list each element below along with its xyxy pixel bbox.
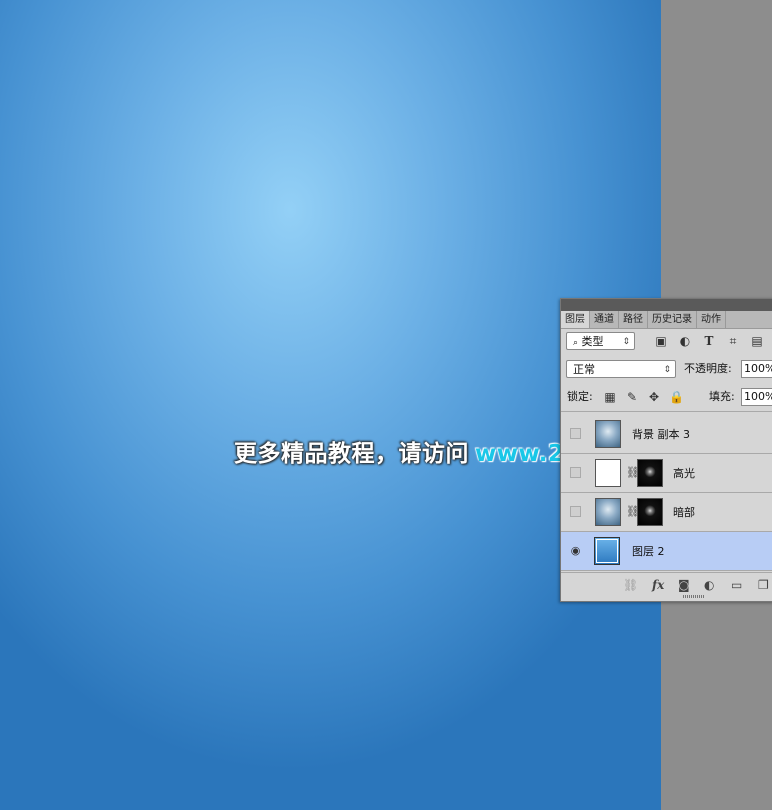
updown-arrow-icon: ⇕ (663, 365, 671, 375)
tab-paths[interactable]: 路径 (619, 311, 648, 328)
panel-title-bar[interactable] (561, 299, 772, 311)
layer-name: 图层 2 (632, 545, 665, 558)
visibility-toggle[interactable] (570, 467, 581, 478)
lock-transparent-pixels-icon[interactable]: ▦ (603, 390, 617, 404)
lock-image-pixels-icon[interactable]: ✎ (625, 390, 639, 404)
tab-layers[interactable]: 图层 (561, 311, 590, 328)
fill-field[interactable]: 100% (741, 388, 772, 406)
type-filter-icon[interactable]: T (702, 334, 716, 348)
lock-label: 锁定: (567, 390, 593, 403)
visibility-toggle[interactable] (570, 428, 581, 439)
layer-row[interactable]: ⛓ 暗部 (561, 493, 772, 532)
image-filter-icon[interactable]: ▣ (654, 334, 668, 348)
adjustment-filter-icon[interactable]: ◐ (678, 334, 692, 348)
opacity-label: 不透明度: (684, 362, 732, 375)
filter-kind-dropdown[interactable]: ⌕ 类型 ⇕ (566, 332, 635, 350)
search-icon: ⌕ (573, 338, 579, 348)
panel-tab-bar: 图层 通道 路径 历史记录 动作 (561, 311, 772, 329)
lock-all-icon[interactable]: 🔒 (669, 390, 684, 404)
panel-bottom-bar: ⛓ fx ◙ ◐ ▭ ❐ (561, 572, 772, 601)
lock-row: 锁定: ▦ ✎ ✥ 🔒 填充: 100% (561, 385, 772, 412)
watermark-text: 更多精品教程，请访问 (234, 441, 469, 467)
eye-icon[interactable]: ◉ (570, 545, 581, 556)
layer-row[interactable]: 背景 副本 3 (561, 415, 772, 454)
resize-grip[interactable] (683, 595, 705, 598)
adjustment-layer-icon[interactable]: ◐ (704, 578, 714, 592)
new-layer-icon[interactable]: ❐ (758, 578, 769, 592)
blend-mode-dropdown[interactable]: 正常 ⇕ (566, 360, 676, 378)
layer-name: 高光 (673, 467, 695, 480)
lock-position-icon[interactable]: ✥ (647, 390, 661, 404)
visibility-toggle[interactable] (570, 506, 581, 517)
folder-icon[interactable]: ▭ (731, 578, 742, 592)
layer-thumbnail (594, 537, 620, 565)
layer-thumbnail (595, 459, 621, 487)
layers-panel: 图层 通道 路径 历史记录 动作 ⌕ 类型 ⇕ ▣ ◐ T ⌗ ▤ 正常 ⇕ 不… (560, 298, 772, 602)
blend-row: 正常 ⇕ 不透明度: 100% (561, 357, 772, 383)
updown-arrow-icon: ⇕ (622, 337, 630, 347)
layer-thumbnail (595, 420, 621, 448)
layer-thumbnail (595, 498, 621, 526)
layer-mask-thumbnail[interactable] (637, 498, 663, 526)
tab-actions[interactable]: 动作 (697, 311, 726, 328)
layer-name: 暗部 (673, 506, 695, 519)
add-mask-icon[interactable]: ◙ (678, 578, 690, 592)
opacity-field[interactable]: 100% (741, 360, 772, 378)
smart-object-filter-icon[interactable]: ▤ (750, 334, 764, 348)
shape-filter-icon[interactable]: ⌗ (726, 334, 740, 348)
layer-row[interactable]: ◉ 图层 2 (561, 532, 772, 571)
link-layers-icon[interactable]: ⛓ (623, 578, 638, 592)
tab-history[interactable]: 历史记录 (648, 311, 697, 328)
layer-name: 背景 副本 3 (632, 428, 690, 441)
fx-icon[interactable]: fx (652, 578, 664, 592)
filter-kind-value: 类型 (581, 335, 604, 348)
fill-label: 填充: (709, 390, 735, 403)
blend-mode-value: 正常 (573, 363, 595, 376)
layer-row[interactable]: ⛓ 高光 (561, 454, 772, 493)
tab-channels[interactable]: 通道 (590, 311, 619, 328)
filter-row: ⌕ 类型 ⇕ ▣ ◐ T ⌗ ▤ (561, 329, 772, 355)
layer-mask-thumbnail[interactable] (637, 459, 663, 487)
